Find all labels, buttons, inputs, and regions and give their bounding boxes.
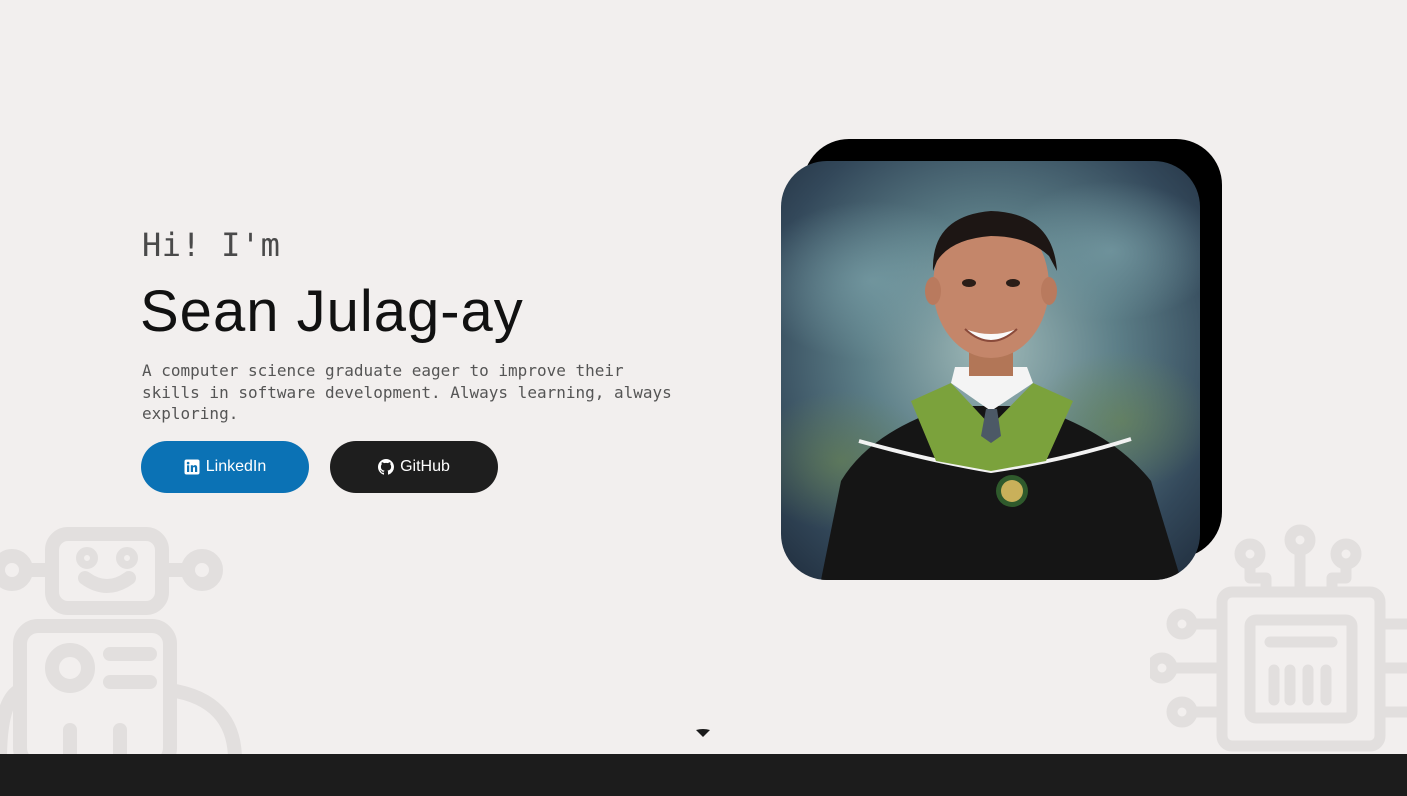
linkedin-button[interactable]: LinkedIn [141,441,309,493]
hero-description: A computer science graduate eager to imp… [142,361,672,423]
robot-icon [0,527,242,754]
profile-photo [781,161,1200,580]
next-section-band [0,754,1407,796]
hero-name: Sean Julag-ay [140,279,524,344]
caret-down-icon[interactable] [695,727,711,739]
linkedin-icon [184,459,200,475]
github-button[interactable]: GitHub [330,441,498,493]
github-button-label: GitHub [400,458,450,475]
linkedin-button-label: LinkedIn [205,458,267,475]
github-icon [378,459,395,475]
greeting-text: Hi! I'm [142,226,281,264]
hero-section: Hi! I'm Sean Julag-ay A computer science… [0,0,1407,754]
